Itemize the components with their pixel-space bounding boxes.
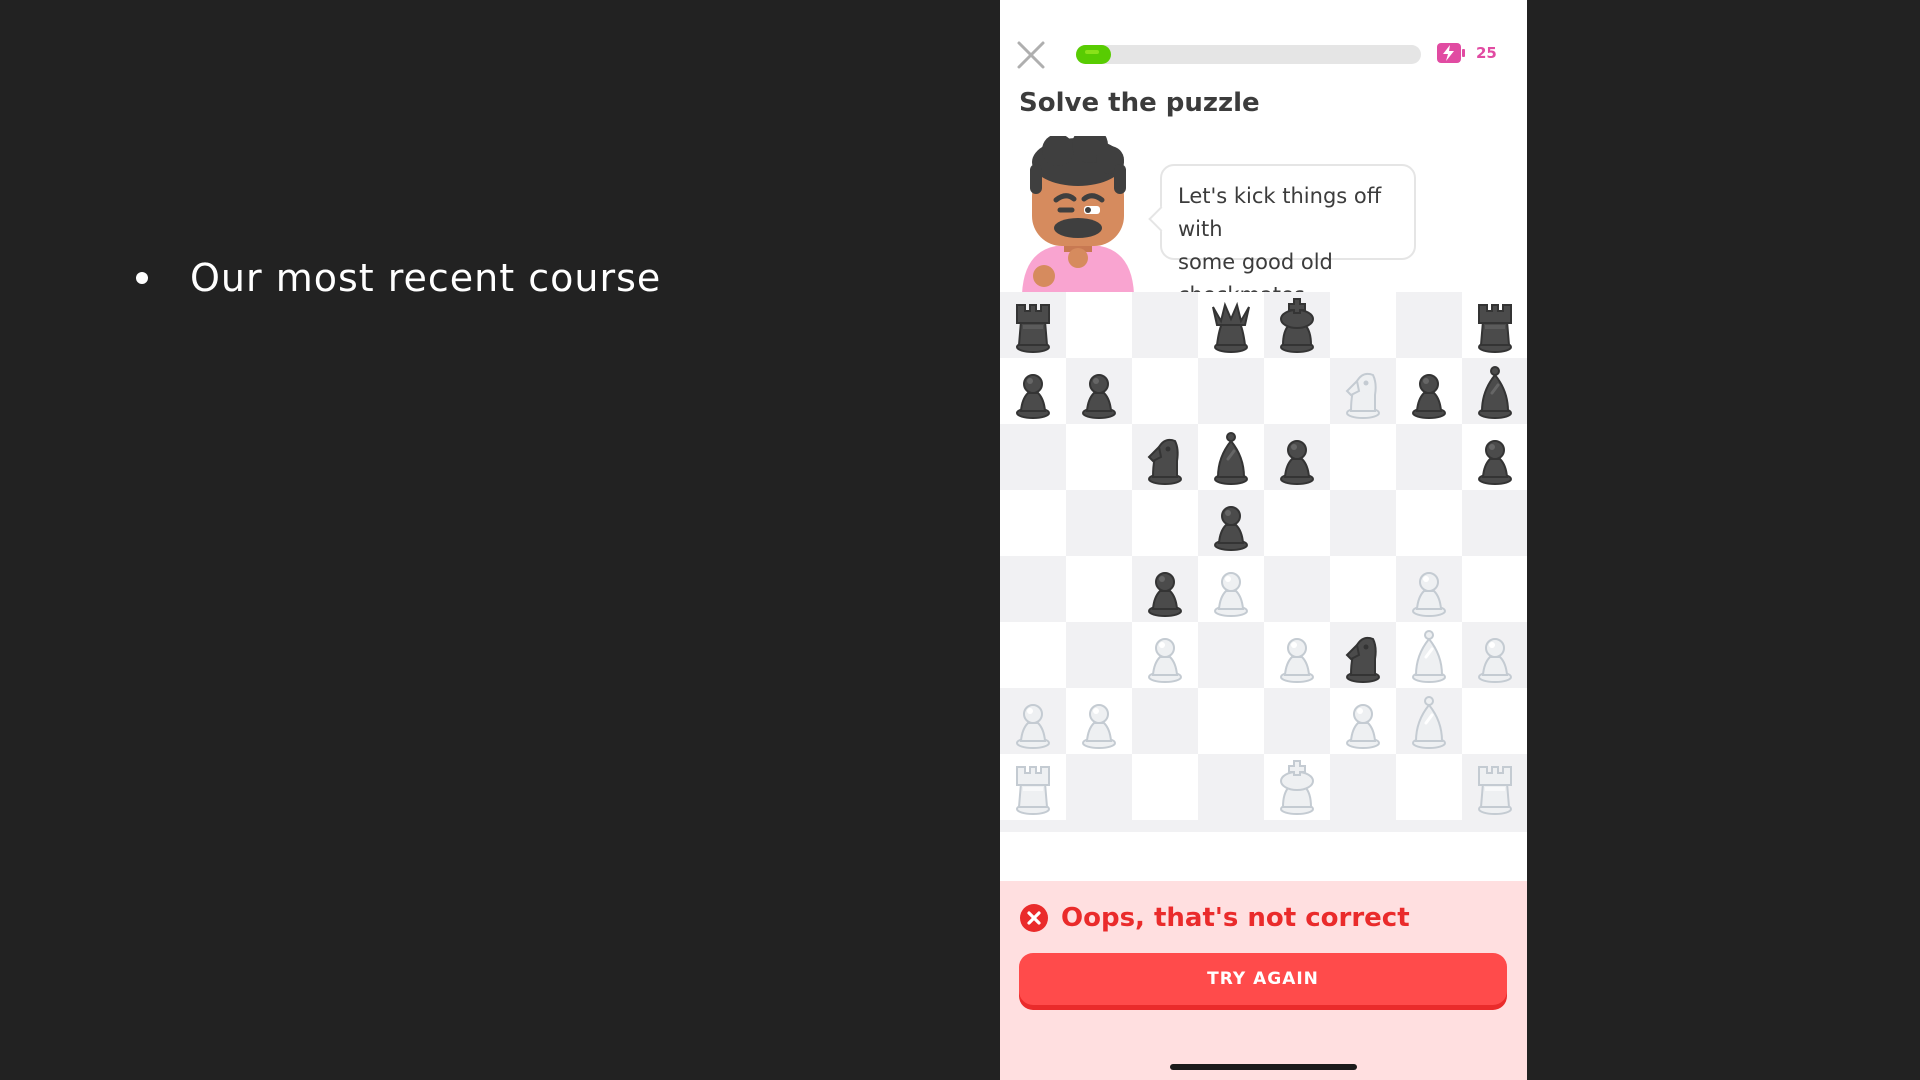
board-square-b3[interactable] <box>1066 622 1132 688</box>
board-square-e6[interactable] <box>1264 424 1330 490</box>
board-square-b1[interactable] <box>1066 754 1132 820</box>
slide-bullet-list: Our most recent course <box>136 256 661 300</box>
board-square-f5[interactable] <box>1330 490 1396 556</box>
board-square-f2[interactable] <box>1330 688 1396 754</box>
board-square-a1[interactable] <box>1000 754 1066 820</box>
board-square-c2[interactable] <box>1132 688 1198 754</box>
board-square-b7[interactable] <box>1066 358 1132 424</box>
board-square-h5[interactable] <box>1462 490 1527 556</box>
board-square-b2[interactable] <box>1066 688 1132 754</box>
board-square-g7[interactable] <box>1396 358 1462 424</box>
board-square-h3[interactable] <box>1462 622 1527 688</box>
board-square-h8[interactable] <box>1462 292 1527 358</box>
board-square-f1[interactable] <box>1330 754 1396 820</box>
feedback-panel: Oops, that's not correct TRY AGAIN <box>1000 881 1527 1080</box>
board-square-g1[interactable] <box>1396 754 1462 820</box>
board-square-d1[interactable] <box>1198 754 1264 820</box>
board-square-f4[interactable] <box>1330 556 1396 622</box>
board-square-h1[interactable] <box>1462 754 1527 820</box>
home-indicator[interactable] <box>1170 1064 1357 1070</box>
speech-bubble-tail <box>1148 206 1174 232</box>
feedback-message: Oops, that's not correct <box>1061 903 1410 933</box>
board-square-c5[interactable] <box>1132 490 1198 556</box>
bullet-dot <box>136 272 148 284</box>
feedback-message-row: Oops, that's not correct <box>1019 903 1410 933</box>
board-square-h6[interactable] <box>1462 424 1527 490</box>
board-square-a8[interactable] <box>1000 292 1066 358</box>
board-square-c8[interactable] <box>1132 292 1198 358</box>
board-square-c7[interactable] <box>1132 358 1198 424</box>
board-square-d8[interactable] <box>1198 292 1264 358</box>
board-square-f3[interactable] <box>1330 622 1396 688</box>
board-square-g4[interactable] <box>1396 556 1462 622</box>
board-square-e3[interactable] <box>1264 622 1330 688</box>
battery-bolt-icon <box>1437 43 1465 63</box>
board-square-e8[interactable] <box>1264 292 1330 358</box>
energy-counter[interactable]: 25 <box>1436 42 1497 64</box>
board-square-c3[interactable] <box>1132 622 1198 688</box>
board-square-h7[interactable] <box>1462 358 1527 424</box>
board-square-b4[interactable] <box>1066 556 1132 622</box>
board-square-a7[interactable] <box>1000 358 1066 424</box>
board-square-g2[interactable] <box>1396 688 1462 754</box>
try-again-button[interactable]: TRY AGAIN <box>1019 953 1507 1005</box>
board-square-b6[interactable] <box>1066 424 1132 490</box>
energy-count: 25 <box>1476 44 1497 62</box>
board-square-h4[interactable] <box>1462 556 1527 622</box>
board-square-a6[interactable] <box>1000 424 1066 490</box>
board-square-a4[interactable] <box>1000 556 1066 622</box>
speech-bubble: Let's kick things off with some good old… <box>1148 164 1416 307</box>
board-square-b5[interactable] <box>1066 490 1132 556</box>
board-square-c6[interactable] <box>1132 424 1198 490</box>
chess-board <box>1000 292 1527 820</box>
board-square-d2[interactable] <box>1198 688 1264 754</box>
board-square-h2[interactable] <box>1462 688 1527 754</box>
board-square-b8[interactable] <box>1066 292 1132 358</box>
board-square-e2[interactable] <box>1264 688 1330 754</box>
board-square-f7[interactable] <box>1330 358 1396 424</box>
error-x-icon <box>1020 904 1048 932</box>
board-square-d7[interactable] <box>1198 358 1264 424</box>
board-bottom-strip <box>1000 820 1527 832</box>
board-square-d4[interactable] <box>1198 556 1264 622</box>
board-square-d6[interactable] <box>1198 424 1264 490</box>
board-square-f8[interactable] <box>1330 292 1396 358</box>
bullet-text: Our most recent course <box>190 256 662 300</box>
board-square-g6[interactable] <box>1396 424 1462 490</box>
phone-screen: 25 Solve the puzzle Let's kick things of… <box>1000 0 1527 1080</box>
board-square-g5[interactable] <box>1396 490 1462 556</box>
board-square-c4[interactable] <box>1132 556 1198 622</box>
board-square-e4[interactable] <box>1264 556 1330 622</box>
close-icon[interactable] <box>1016 40 1046 70</box>
bullet-item: Our most recent course <box>136 256 661 300</box>
board-square-e5[interactable] <box>1264 490 1330 556</box>
board-square-a5[interactable] <box>1000 490 1066 556</box>
progress-shine <box>1085 50 1099 54</box>
board-square-g8[interactable] <box>1396 292 1462 358</box>
prompt-title: Solve the puzzle <box>1019 88 1260 118</box>
board-square-f6[interactable] <box>1330 424 1396 490</box>
board-square-g3[interactable] <box>1396 622 1462 688</box>
board-square-c1[interactable] <box>1132 754 1198 820</box>
board-square-e7[interactable] <box>1264 358 1330 424</box>
board-square-d3[interactable] <box>1198 622 1264 688</box>
board-square-a3[interactable] <box>1000 622 1066 688</box>
speech-text-line-1: Let's kick things off with <box>1178 184 1382 241</box>
board-square-a2[interactable] <box>1000 688 1066 754</box>
lesson-progress-fill <box>1076 45 1111 64</box>
coach-character-avatar <box>1022 136 1134 294</box>
lesson-progress-bar <box>1076 45 1421 64</box>
board-square-e1[interactable] <box>1264 754 1330 820</box>
board-square-d5[interactable] <box>1198 490 1264 556</box>
